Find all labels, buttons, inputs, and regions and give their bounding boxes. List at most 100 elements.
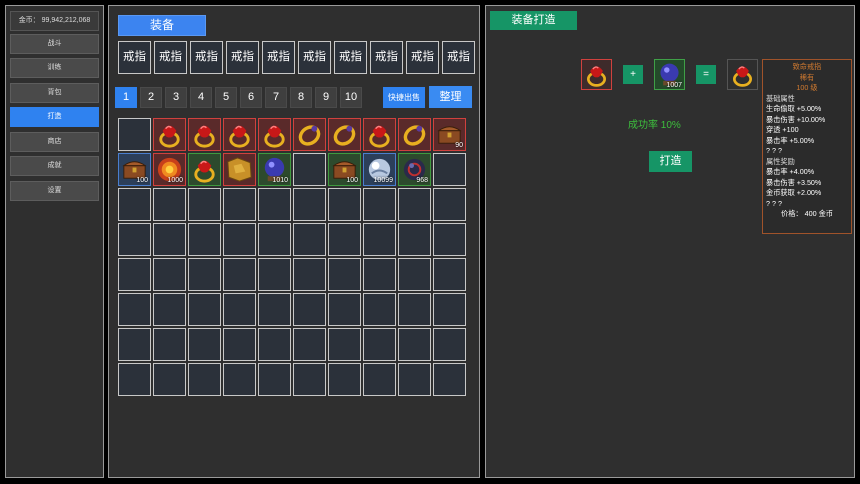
inventory-slot-empty[interactable]	[363, 223, 396, 256]
sort-button[interactable]: 整理	[429, 86, 472, 108]
inventory-slot-empty[interactable]	[363, 328, 396, 361]
inventory-slot-empty[interactable]	[328, 188, 361, 221]
inventory-slot-empty[interactable]	[188, 258, 221, 291]
inventory-slot-empty[interactable]	[398, 223, 431, 256]
inventory-slot-empty[interactable]	[328, 258, 361, 291]
inventory-slot[interactable]: 1000	[153, 153, 186, 186]
inventory-slot-empty[interactable]	[363, 258, 396, 291]
inventory-slot-empty[interactable]	[293, 188, 326, 221]
quick-sell-button[interactable]: 快捷出售	[383, 87, 425, 108]
inventory-slot-empty[interactable]	[188, 293, 221, 326]
inventory-slot-empty[interactable]	[293, 363, 326, 396]
inventory-slot-empty[interactable]	[293, 258, 326, 291]
inventory-slot-empty[interactable]	[328, 328, 361, 361]
inventory-slot[interactable]	[223, 118, 256, 151]
nav-battle[interactable]: 战斗	[10, 34, 99, 54]
inventory-slot-empty[interactable]	[293, 223, 326, 256]
page-button-4[interactable]: 4	[190, 87, 212, 108]
inventory-slot-empty[interactable]	[398, 188, 431, 221]
inventory-slot-empty[interactable]	[188, 328, 221, 361]
inventory-slot-empty[interactable]	[118, 118, 151, 151]
type-filter-ring[interactable]: 戒指	[334, 41, 367, 74]
inventory-slot[interactable]	[293, 118, 326, 151]
type-filter-ring[interactable]: 戒指	[406, 41, 439, 74]
inventory-slot[interactable]: 90	[433, 118, 466, 151]
inventory-slot-empty[interactable]	[118, 223, 151, 256]
inventory-slot-empty[interactable]	[398, 328, 431, 361]
inventory-slot-empty[interactable]	[258, 258, 291, 291]
equipment-tab[interactable]: 装备	[118, 15, 206, 36]
inventory-slot-empty[interactable]	[363, 188, 396, 221]
inventory-slot-empty[interactable]	[188, 188, 221, 221]
inventory-slot[interactable]	[398, 118, 431, 151]
inventory-slot[interactable]	[258, 118, 291, 151]
inventory-slot-empty[interactable]	[153, 188, 186, 221]
inventory-slot-empty[interactable]	[293, 328, 326, 361]
nav-backpack[interactable]: 背包	[10, 83, 99, 103]
inventory-slot[interactable]: 100	[118, 153, 151, 186]
inventory-slot[interactable]	[188, 153, 221, 186]
inventory-slot-empty[interactable]	[433, 188, 466, 221]
inventory-slot-empty[interactable]	[328, 293, 361, 326]
inventory-slot-empty[interactable]	[398, 293, 431, 326]
inventory-slot-empty[interactable]	[153, 293, 186, 326]
inventory-slot-empty[interactable]	[153, 223, 186, 256]
inventory-slot-empty[interactable]	[118, 363, 151, 396]
inventory-slot-empty[interactable]	[223, 363, 256, 396]
inventory-slot-empty[interactable]	[328, 363, 361, 396]
type-filter-ring[interactable]: 戒指	[154, 41, 187, 74]
inventory-slot-empty[interactable]	[258, 188, 291, 221]
type-filter-ring[interactable]: 戒指	[226, 41, 259, 74]
inventory-slot-empty[interactable]	[258, 223, 291, 256]
type-filter-ring[interactable]: 戒指	[298, 41, 331, 74]
page-button-5[interactable]: 5	[215, 87, 237, 108]
inventory-slot[interactable]: 1010	[258, 153, 291, 186]
inventory-slot-empty[interactable]	[433, 153, 466, 186]
inventory-slot-empty[interactable]	[398, 363, 431, 396]
forge-material-slot[interactable]: 1007	[654, 59, 685, 90]
inventory-slot[interactable]	[223, 153, 256, 186]
inventory-slot-empty[interactable]	[258, 293, 291, 326]
page-button-1[interactable]: 1	[115, 87, 137, 108]
type-filter-ring[interactable]: 戒指	[118, 41, 151, 74]
page-button-6[interactable]: 6	[240, 87, 262, 108]
inventory-slot-empty[interactable]	[328, 223, 361, 256]
type-filter-ring[interactable]: 戒指	[370, 41, 403, 74]
page-button-7[interactable]: 7	[265, 87, 287, 108]
inventory-slot-empty[interactable]	[258, 363, 291, 396]
inventory-slot-empty[interactable]	[433, 328, 466, 361]
page-button-10[interactable]: 10	[340, 87, 362, 108]
inventory-slot[interactable]	[363, 118, 396, 151]
forge-button[interactable]: 打造	[649, 151, 692, 172]
inventory-slot[interactable]	[153, 118, 186, 151]
nav-achievements[interactable]: 成就	[10, 156, 99, 176]
inventory-slot-empty[interactable]	[153, 328, 186, 361]
inventory-slot-empty[interactable]	[153, 258, 186, 291]
inventory-slot[interactable]: 968	[398, 153, 431, 186]
inventory-slot-empty[interactable]	[433, 363, 466, 396]
inventory-slot-empty[interactable]	[223, 258, 256, 291]
page-button-9[interactable]: 9	[315, 87, 337, 108]
inventory-slot-empty[interactable]	[433, 258, 466, 291]
inventory-slot-empty[interactable]	[118, 188, 151, 221]
type-filter-ring[interactable]: 戒指	[190, 41, 223, 74]
inventory-slot-empty[interactable]	[188, 363, 221, 396]
inventory-slot[interactable]	[328, 118, 361, 151]
inventory-slot[interactable]: 10099	[363, 153, 396, 186]
inventory-slot-empty[interactable]	[118, 293, 151, 326]
type-filter-ring[interactable]: 戒指	[262, 41, 295, 74]
inventory-slot-empty[interactable]	[293, 293, 326, 326]
inventory-slot-empty[interactable]	[153, 363, 186, 396]
inventory-slot-empty[interactable]	[223, 188, 256, 221]
forge-result-slot[interactable]	[727, 59, 758, 90]
inventory-slot-empty[interactable]	[223, 293, 256, 326]
inventory-slot-empty[interactable]	[188, 223, 221, 256]
forge-input-slot[interactable]	[581, 59, 612, 90]
inventory-slot-empty[interactable]	[433, 293, 466, 326]
inventory-slot[interactable]	[188, 118, 221, 151]
page-button-2[interactable]: 2	[140, 87, 162, 108]
nav-shop[interactable]: 商店	[10, 132, 99, 152]
type-filter-ring[interactable]: 戒指	[442, 41, 475, 74]
inventory-slot-empty[interactable]	[118, 258, 151, 291]
inventory-slot-empty[interactable]	[433, 223, 466, 256]
